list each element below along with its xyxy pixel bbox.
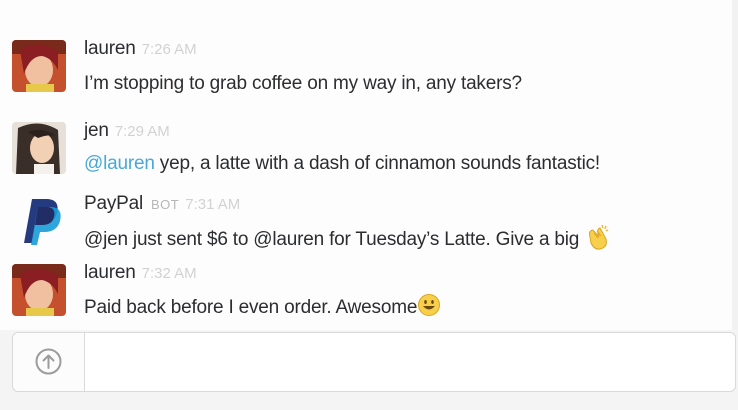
message-text-body: yep, a latte with a dash of cinnamon sou… (154, 153, 600, 174)
message-input[interactable] (85, 333, 735, 391)
message-text: @jen just sent $6 to @lauren for Tuesday… (84, 223, 612, 257)
clapping-hands-icon (584, 223, 612, 257)
upload-arrow-icon (35, 348, 62, 375)
sender-name[interactable]: jen (84, 120, 109, 141)
message-text: @lauren yep, a latte with a dash of cinn… (84, 153, 600, 175)
timestamp[interactable]: 7:29 AM (115, 123, 170, 140)
sender-name[interactable]: lauren (84, 38, 136, 59)
message-text-body: @jen just sent $6 to @lauren for Tuesday… (84, 229, 585, 251)
smiley-icon (417, 293, 441, 323)
scrollbar-track[interactable] (732, 0, 738, 330)
timestamp[interactable]: 7:26 AM (142, 41, 197, 58)
message-text: Paid back before I even order. Awesome (84, 293, 441, 323)
avatar[interactable] (12, 40, 66, 92)
message-text: I’m stopping to grab coffee on my way in… (84, 73, 522, 94)
message-composer (12, 332, 736, 392)
avatar[interactable] (12, 122, 66, 174)
bot-badge: BOT (151, 197, 180, 212)
timestamp[interactable]: 7:31 AM (185, 196, 240, 213)
paypal-logo-icon[interactable] (12, 195, 66, 247)
sender-name[interactable]: PayPal (84, 193, 143, 214)
timestamp[interactable]: 7:32 AM (142, 265, 197, 282)
message-text-body: Paid back before I even order. Awesome (84, 297, 418, 319)
sender-name[interactable]: lauren (84, 262, 136, 283)
message-feed: lauren 7:26 AM I’m stopping to grab coffe… (0, 0, 738, 330)
composer-area (0, 330, 738, 410)
user-mention[interactable]: @lauren (84, 153, 155, 174)
avatar[interactable] (12, 264, 66, 316)
upload-button[interactable] (13, 333, 85, 391)
